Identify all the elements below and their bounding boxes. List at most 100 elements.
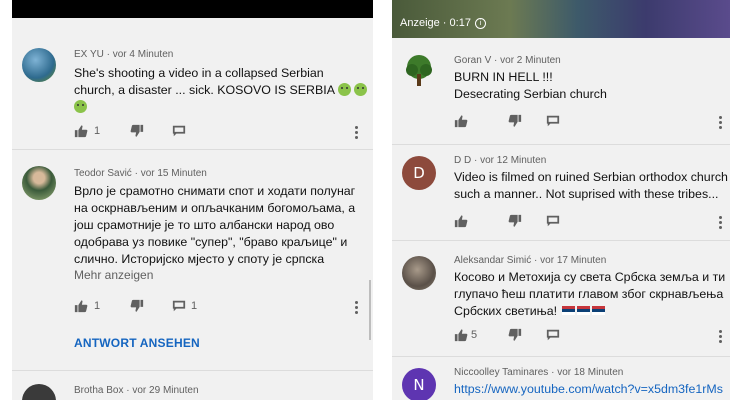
- dislike-button[interactable]: [508, 328, 522, 344]
- comment-text: She's shooting a video in a collapsed Se…: [74, 65, 367, 116]
- comment-line: Врло је срамотно снимати спот и ходати п…: [74, 184, 356, 198]
- read-more-link[interactable]: Mehr anzeigen: [74, 268, 153, 282]
- comment-text: BURN IN HELL !!! Desecrating Serbian chu…: [454, 69, 607, 103]
- comment-text: Video is filmed on ruined Serbian orthod…: [454, 169, 730, 203]
- divider: [392, 144, 730, 145]
- thumb-up-icon: [74, 299, 88, 313]
- comment-meta: Niccoolley Taminares · vor 18 Minuten: [454, 367, 624, 378]
- author-name[interactable]: Aleksandar Simić: [454, 255, 531, 266]
- comment-actions: 1: [74, 124, 364, 140]
- comment-actions: [454, 114, 726, 130]
- like-count: 5: [471, 329, 478, 341]
- avatar[interactable]: [402, 256, 436, 290]
- comment-meta: Aleksandar Simić · vor 17 Minuten: [454, 255, 607, 266]
- author-name[interactable]: Brotha Box: [74, 385, 123, 396]
- serbia-flag-icon: [592, 306, 606, 315]
- thumb-up-icon: [454, 214, 468, 228]
- nauseated-face-icon: [337, 83, 351, 96]
- more-options-icon[interactable]: [719, 216, 723, 231]
- comment-actions: 5: [454, 328, 726, 344]
- like-button[interactable]: [74, 124, 88, 140]
- serbia-flag-icon: [562, 306, 576, 315]
- comment-line: BURN IN HELL !!!: [454, 70, 553, 84]
- comment-icon: [546, 214, 560, 228]
- author-name[interactable]: Teodor Savić: [74, 168, 132, 179]
- reply-button[interactable]: [546, 214, 560, 230]
- like-button[interactable]: [454, 114, 468, 130]
- reply-button[interactable]: [546, 328, 560, 344]
- divider: [392, 356, 730, 357]
- comment-line: such a manner.. Not suprised with these …: [454, 187, 719, 201]
- reply-button[interactable]: [172, 299, 186, 315]
- avatar[interactable]: [22, 48, 56, 82]
- like-button[interactable]: [454, 214, 468, 230]
- reply-button[interactable]: [546, 114, 560, 130]
- left-comments-panel: EX YU · vor 4 Minuten She's shooting a v…: [12, 0, 373, 400]
- avatar[interactable]: [22, 166, 56, 200]
- dislike-button[interactable]: [508, 214, 522, 230]
- comment-line: слично. Историјско мјесто у споту је срп…: [74, 252, 325, 266]
- ad-indicator: Anzeige · 0:17 i: [400, 17, 486, 29]
- comment-icon: [172, 124, 186, 138]
- avatar[interactable]: D: [402, 156, 436, 190]
- comment-time: vor 15 Minuten: [140, 168, 207, 179]
- nauseated-face-icon: [353, 83, 367, 96]
- serbia-flag-icon: [577, 306, 591, 315]
- comment-time: vor 18 Minuten: [557, 367, 624, 378]
- dislike-button[interactable]: [130, 299, 144, 315]
- like-button[interactable]: [74, 299, 88, 315]
- more-options-icon[interactable]: [719, 116, 723, 131]
- view-replies-link[interactable]: ANTWORT ANSEHEN: [74, 336, 200, 350]
- thumb-down-icon: [508, 214, 522, 228]
- author-name[interactable]: Niccoolley Taminares: [454, 367, 548, 378]
- reply-button[interactable]: [172, 124, 186, 140]
- dislike-button[interactable]: [130, 124, 144, 140]
- comment-meta: D D · vor 12 Minuten: [454, 155, 547, 166]
- more-options-icon[interactable]: [355, 126, 359, 141]
- comment-line: Србских светиња!: [454, 304, 558, 318]
- comment-meta: EX YU · vor 4 Minuten: [74, 49, 174, 60]
- author-name[interactable]: Goran V: [454, 55, 491, 66]
- avatar[interactable]: [402, 54, 436, 88]
- thumb-down-icon: [130, 124, 144, 138]
- comment-line: Косово и Метохија су света Србска земља …: [454, 270, 726, 284]
- comment-link[interactable]: https://www.youtube.com/watch?v=x5dm3fe1…: [454, 381, 723, 398]
- comment-line: church, a disaster ... sick. KOSOVO IS S…: [74, 83, 335, 97]
- comment-time: vor 29 Minuten: [132, 385, 199, 396]
- comment-actions: [454, 214, 726, 230]
- avatar[interactable]: N: [402, 368, 436, 400]
- video-player-strip[interactable]: Anzeige · 0:17 i: [392, 0, 730, 38]
- thumb-up-icon: [454, 114, 468, 128]
- ad-label: Anzeige · 0:17: [400, 17, 471, 29]
- comment-line: Desecrating Serbian church: [454, 87, 607, 101]
- comment-time: vor 17 Minuten: [540, 255, 607, 266]
- more-options-icon[interactable]: [719, 330, 723, 345]
- video-player-strip[interactable]: [12, 0, 373, 18]
- info-icon[interactable]: i: [474, 17, 486, 29]
- like-count: 1: [94, 125, 101, 137]
- comment-meta: Goran V · vor 2 Minuten: [454, 55, 561, 66]
- comment-icon: [546, 328, 560, 342]
- tree-icon: [406, 55, 432, 86]
- divider: [12, 149, 373, 150]
- thumb-down-icon: [508, 114, 522, 128]
- dislike-button[interactable]: [508, 114, 522, 130]
- comment-meta: Brotha Box · vor 29 Minuten: [74, 385, 199, 396]
- comment-actions: 1 1: [74, 299, 364, 315]
- comment-line: на оскрнављеним и опљачканим богомољама,…: [74, 201, 356, 215]
- thumb-down-icon: [508, 328, 522, 342]
- comment-text: Врло је срамотно снимати спот и ходати п…: [74, 183, 355, 268]
- author-name[interactable]: EX YU: [74, 49, 104, 60]
- scrollbar[interactable]: [369, 280, 371, 340]
- comment-line: She's shooting a video in a collapsed Se…: [74, 66, 324, 80]
- comment-line: одобрава уз повике "супер", "браво краљи…: [74, 235, 348, 249]
- more-options-icon[interactable]: [355, 301, 359, 316]
- comment-line: Video is filmed on ruined Serbian orthod…: [454, 170, 730, 184]
- comment-text: Косово и Метохија су света Србска земља …: [454, 269, 725, 320]
- author-name[interactable]: D D: [454, 155, 471, 166]
- thumb-up-icon: [74, 124, 88, 138]
- like-button[interactable]: [454, 328, 468, 344]
- avatar[interactable]: [22, 384, 56, 400]
- comment-line: још срамотније је то што албански народ …: [74, 218, 335, 232]
- nauseated-face-icon: [74, 100, 87, 113]
